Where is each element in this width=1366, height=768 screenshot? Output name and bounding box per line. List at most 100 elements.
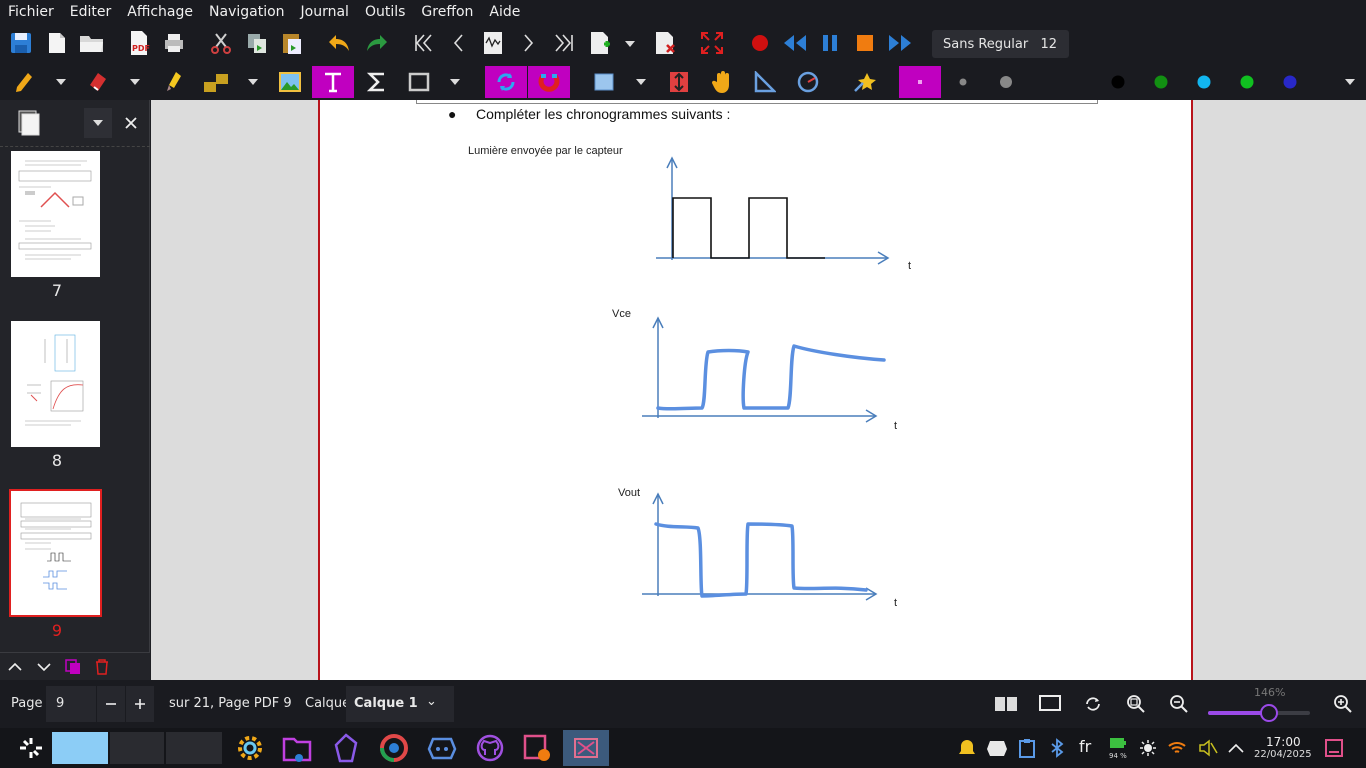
color-lightgreen-icon[interactable] [1236, 72, 1258, 92]
new-page-icon[interactable] [44, 30, 70, 56]
first-page-icon[interactable] [410, 30, 436, 56]
bluetooth-icon[interactable] [1047, 736, 1067, 760]
zoom-in-icon[interactable] [1330, 692, 1356, 716]
chrome-icon[interactable] [377, 732, 411, 764]
page-thumbnail[interactable] [11, 151, 100, 277]
sidebar-pages-icon[interactable] [14, 108, 44, 138]
fine-dot-icon[interactable] [899, 66, 941, 98]
record-icon[interactable] [748, 30, 772, 56]
setsquare-icon[interactable] [752, 70, 778, 94]
pause-icon[interactable] [818, 30, 842, 56]
menu-affichage[interactable]: Affichage [119, 4, 201, 20]
undo-icon[interactable] [326, 30, 354, 56]
delete-page-sidebar-icon[interactable] [91, 655, 113, 679]
stop-icon[interactable] [853, 30, 877, 56]
keyboard-language[interactable]: fr [1079, 737, 1091, 756]
snap-rotation-icon[interactable] [485, 66, 527, 98]
eraser-dropdown-icon[interactable] [126, 74, 144, 90]
redo-icon[interactable] [362, 30, 390, 56]
workspace-2[interactable] [110, 732, 164, 764]
wifi-icon[interactable] [1166, 736, 1188, 760]
rotate-icon[interactable] [1080, 692, 1106, 716]
image-icon[interactable] [277, 70, 303, 94]
rectangle-dropdown-icon[interactable] [446, 74, 464, 90]
updater-icon[interactable] [520, 732, 554, 764]
sidebar-close-icon[interactable] [120, 110, 142, 136]
workspace-3[interactable] [166, 732, 222, 764]
menu-navigation[interactable]: Navigation [201, 4, 293, 20]
pen-icon[interactable] [12, 70, 36, 94]
paste-icon[interactable] [279, 30, 305, 56]
add-page-icon[interactable] [587, 30, 613, 56]
thick-dot-icon[interactable] [994, 70, 1018, 94]
print-icon[interactable] [161, 30, 187, 56]
highlighter-icon[interactable] [162, 70, 186, 94]
dual-page-icon[interactable] [992, 692, 1020, 716]
launcher-icon[interactable] [16, 734, 46, 762]
rewind-icon[interactable] [781, 30, 809, 56]
battery-icon[interactable] [1106, 734, 1130, 752]
clipboard-icon[interactable] [1016, 736, 1038, 760]
eraser-icon[interactable] [86, 70, 110, 94]
color-navy-icon[interactable] [1279, 72, 1301, 92]
last-page-icon[interactable] [551, 30, 577, 56]
fill-tool-icon[interactable] [1049, 70, 1075, 94]
favorite-tool-icon[interactable] [851, 70, 879, 94]
discord-icon[interactable] [425, 732, 459, 764]
color-cyan-icon[interactable] [1193, 72, 1215, 92]
clock-time[interactable]: 17:00 [1266, 735, 1301, 749]
menu-editer[interactable]: Editer [62, 4, 119, 20]
menu-fichier[interactable]: Fichier [0, 4, 62, 20]
move-page-down-icon[interactable] [33, 655, 55, 679]
copy-page-icon[interactable] [62, 655, 84, 679]
obsidian-icon[interactable] [329, 732, 363, 764]
workspace-1[interactable] [52, 732, 108, 764]
text-tool-icon[interactable] [312, 66, 354, 98]
xournal-taskbar-icon[interactable] [563, 730, 609, 766]
shape-icon[interactable] [200, 70, 232, 94]
fullscreen-icon[interactable] [699, 30, 725, 56]
cut-icon[interactable] [208, 30, 234, 56]
move-page-up-icon[interactable] [4, 655, 26, 679]
page-increment-icon[interactable] [126, 686, 154, 722]
font-selector[interactable]: Sans Regular 12 [932, 30, 1069, 58]
prev-page-icon[interactable] [446, 30, 472, 56]
file-manager-icon[interactable] [280, 732, 314, 764]
page-number-input[interactable]: 9 [46, 686, 96, 722]
menu-journal[interactable]: Journal [293, 4, 357, 20]
page-preview-icon[interactable] [480, 30, 506, 56]
compass-icon[interactable] [795, 70, 821, 94]
layer-select[interactable]: Calque 1 ⌄ [346, 686, 454, 722]
rectangle-icon[interactable] [406, 70, 432, 94]
menu-aide[interactable]: Aide [481, 4, 528, 20]
show-desktop-icon[interactable] [1322, 736, 1346, 760]
notification-bell-icon[interactable] [956, 736, 978, 760]
export-pdf-icon[interactable]: PDF [126, 30, 152, 56]
hand-icon[interactable] [709, 70, 735, 94]
toolbar-overflow-icon[interactable] [1340, 74, 1360, 90]
color-black-icon[interactable] [1107, 72, 1129, 92]
medium-dot-icon[interactable] [953, 72, 973, 92]
zoom-fit-icon[interactable] [1123, 692, 1149, 716]
shape-dropdown-icon[interactable] [244, 74, 262, 90]
copy-icon[interactable] [244, 30, 270, 56]
color-green-icon[interactable] [1150, 72, 1172, 92]
save-icon[interactable] [8, 30, 34, 56]
delete-page-icon[interactable] [652, 30, 678, 56]
document-canvas[interactable]: ● Compléter les chronogrammes suivants :… [151, 100, 1366, 680]
zoom-out-icon[interactable] [1166, 692, 1192, 716]
presentation-mode-icon[interactable] [1036, 692, 1064, 716]
vertical-space-icon[interactable] [666, 70, 692, 94]
page-decrement-icon[interactable] [97, 686, 125, 722]
snap-grid-icon[interactable] [528, 66, 570, 98]
menu-greffon[interactable]: Greffon [413, 4, 481, 20]
brightness-icon[interactable] [1137, 736, 1159, 760]
settings-gear-icon[interactable] [233, 732, 267, 764]
page-thumbnail[interactable] [11, 321, 100, 447]
zoom-slider[interactable] [1208, 704, 1310, 722]
pen-dropdown-icon[interactable] [52, 74, 70, 90]
page-thumbnail-selected[interactable] [9, 489, 102, 617]
open-icon[interactable] [78, 30, 106, 56]
volume-muted-icon[interactable] [1197, 736, 1219, 760]
tray-expand-icon[interactable] [1225, 736, 1247, 760]
